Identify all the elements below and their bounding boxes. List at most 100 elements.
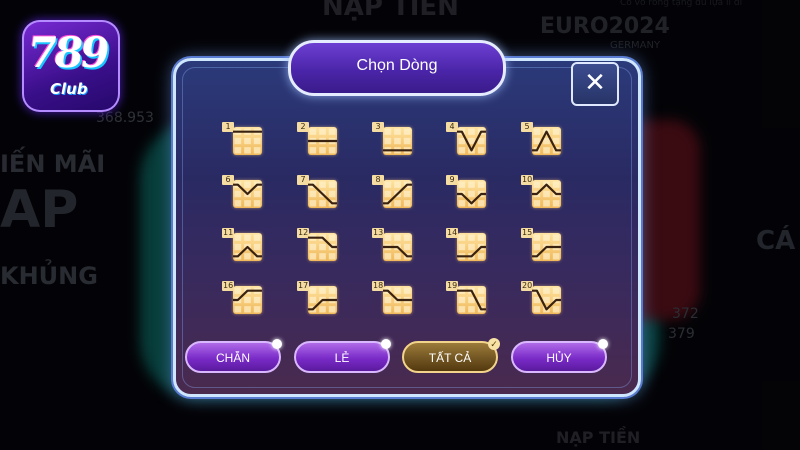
line-option-3[interactable]: 3 (372, 122, 412, 156)
line-option-20[interactable]: 20 (521, 281, 561, 315)
slot-cell (384, 306, 392, 313)
odd-lines-button[interactable]: LẺ (294, 339, 391, 373)
payline-diagram (383, 128, 412, 154)
close-icon: ✕ (584, 68, 606, 98)
payline-diagram (233, 181, 262, 207)
line-option-5[interactable]: 5 (521, 122, 561, 156)
slot-cell (244, 296, 251, 304)
line-option-7[interactable]: 7 (297, 175, 337, 209)
line-option-14[interactable]: 14 (446, 228, 486, 262)
line-option-4[interactable]: 4 (446, 122, 486, 156)
slot-cell (552, 253, 560, 260)
payline-pattern-icon (233, 286, 262, 314)
slot-cell (477, 137, 485, 145)
slot-cell (319, 243, 326, 251)
slot-cell (244, 147, 251, 154)
cancel-button[interactable]: HỦY (511, 339, 608, 373)
payline-pattern-icon (308, 127, 337, 155)
payline-diagram (532, 181, 561, 207)
slot-cell (253, 296, 261, 304)
line-option-8[interactable]: 8 (372, 175, 412, 209)
slot-cell (403, 306, 411, 313)
slot-cell (319, 306, 326, 313)
line-option-18[interactable]: 18 (372, 281, 412, 315)
slot-cell (394, 181, 401, 188)
payline-pattern-icon (457, 180, 486, 208)
even-lines-button[interactable]: CHẴN (185, 339, 282, 373)
payline-pattern-icon (532, 286, 561, 314)
line-option-17[interactable]: 17 (297, 281, 337, 315)
slot-cell (403, 234, 411, 241)
payline-pattern-icon (532, 233, 561, 261)
slot-cell (328, 306, 336, 313)
slot-cell (468, 306, 475, 313)
club-logo: 789 Club (22, 20, 120, 112)
logo-number: 789 (24, 28, 111, 77)
slot-cell (253, 234, 261, 241)
slot-cell (533, 128, 541, 135)
payline-pattern-icon (383, 180, 412, 208)
slot-cell (384, 296, 392, 304)
close-button[interactable]: ✕ (571, 62, 619, 106)
slot-cell (468, 190, 475, 198)
slot-cell (244, 306, 251, 313)
line-option-2[interactable]: 2 (297, 122, 337, 156)
line-option-19[interactable]: 19 (446, 281, 486, 315)
slot-cell (458, 147, 466, 154)
slot-cell (552, 287, 560, 294)
slot-cell (477, 234, 485, 241)
slot-cell (403, 190, 411, 198)
slot-cell (543, 200, 550, 207)
payline-diagram (233, 234, 262, 260)
slot-cell (458, 243, 466, 251)
payline-diagram (308, 234, 337, 260)
line-option-15[interactable]: 15 (521, 228, 561, 262)
all-lines-label: TẤT CẢ (428, 351, 472, 365)
slot-cell (477, 147, 485, 154)
slot-cell (468, 296, 475, 304)
button-sparkle (272, 339, 282, 349)
slot-cell (309, 190, 317, 198)
slot-cell (234, 137, 242, 145)
slot-cell (403, 137, 411, 145)
slot-cell (328, 253, 336, 260)
slot-cell (543, 287, 550, 294)
line-option-1[interactable]: 1 (222, 122, 262, 156)
line-option-16[interactable]: 16 (222, 281, 262, 315)
cancel-label: HỦY (546, 351, 572, 365)
slot-cell (319, 287, 326, 294)
slot-cell (309, 128, 317, 135)
slot-cell (384, 137, 392, 145)
payline-pattern-icon (457, 127, 486, 155)
slot-cell (533, 296, 541, 304)
slot-cell (403, 200, 411, 207)
payline-diagram (233, 287, 262, 313)
slot-cell (458, 200, 466, 207)
slot-cell (384, 128, 392, 135)
slot-cell (384, 234, 392, 241)
slot-cell (319, 181, 326, 188)
slot-cell (328, 128, 336, 135)
slot-cell (533, 137, 541, 145)
all-lines-button[interactable]: TẤT CẢ ✓ (402, 338, 500, 373)
payline-diagram (457, 181, 486, 207)
payline-diagram (532, 287, 561, 313)
line-option-11[interactable]: 11 (222, 228, 262, 262)
slot-cell (234, 190, 242, 198)
slot-cell (458, 306, 466, 313)
payline-pattern-icon (308, 286, 337, 314)
line-option-12[interactable]: 12 (297, 228, 337, 262)
payline-diagram (233, 128, 262, 154)
line-option-6[interactable]: 6 (222, 175, 262, 209)
slot-cell (543, 296, 550, 304)
slot-cell (394, 200, 401, 207)
slot-cell (328, 181, 336, 188)
payline-pattern-icon (457, 233, 486, 261)
payline-pattern-icon (233, 127, 262, 155)
line-option-9[interactable]: 9 (446, 175, 486, 209)
slot-cell (328, 190, 336, 198)
slot-cell (533, 306, 541, 313)
payline-pattern-icon (383, 127, 412, 155)
line-option-13[interactable]: 13 (372, 228, 412, 262)
line-option-10[interactable]: 10 (521, 175, 561, 209)
